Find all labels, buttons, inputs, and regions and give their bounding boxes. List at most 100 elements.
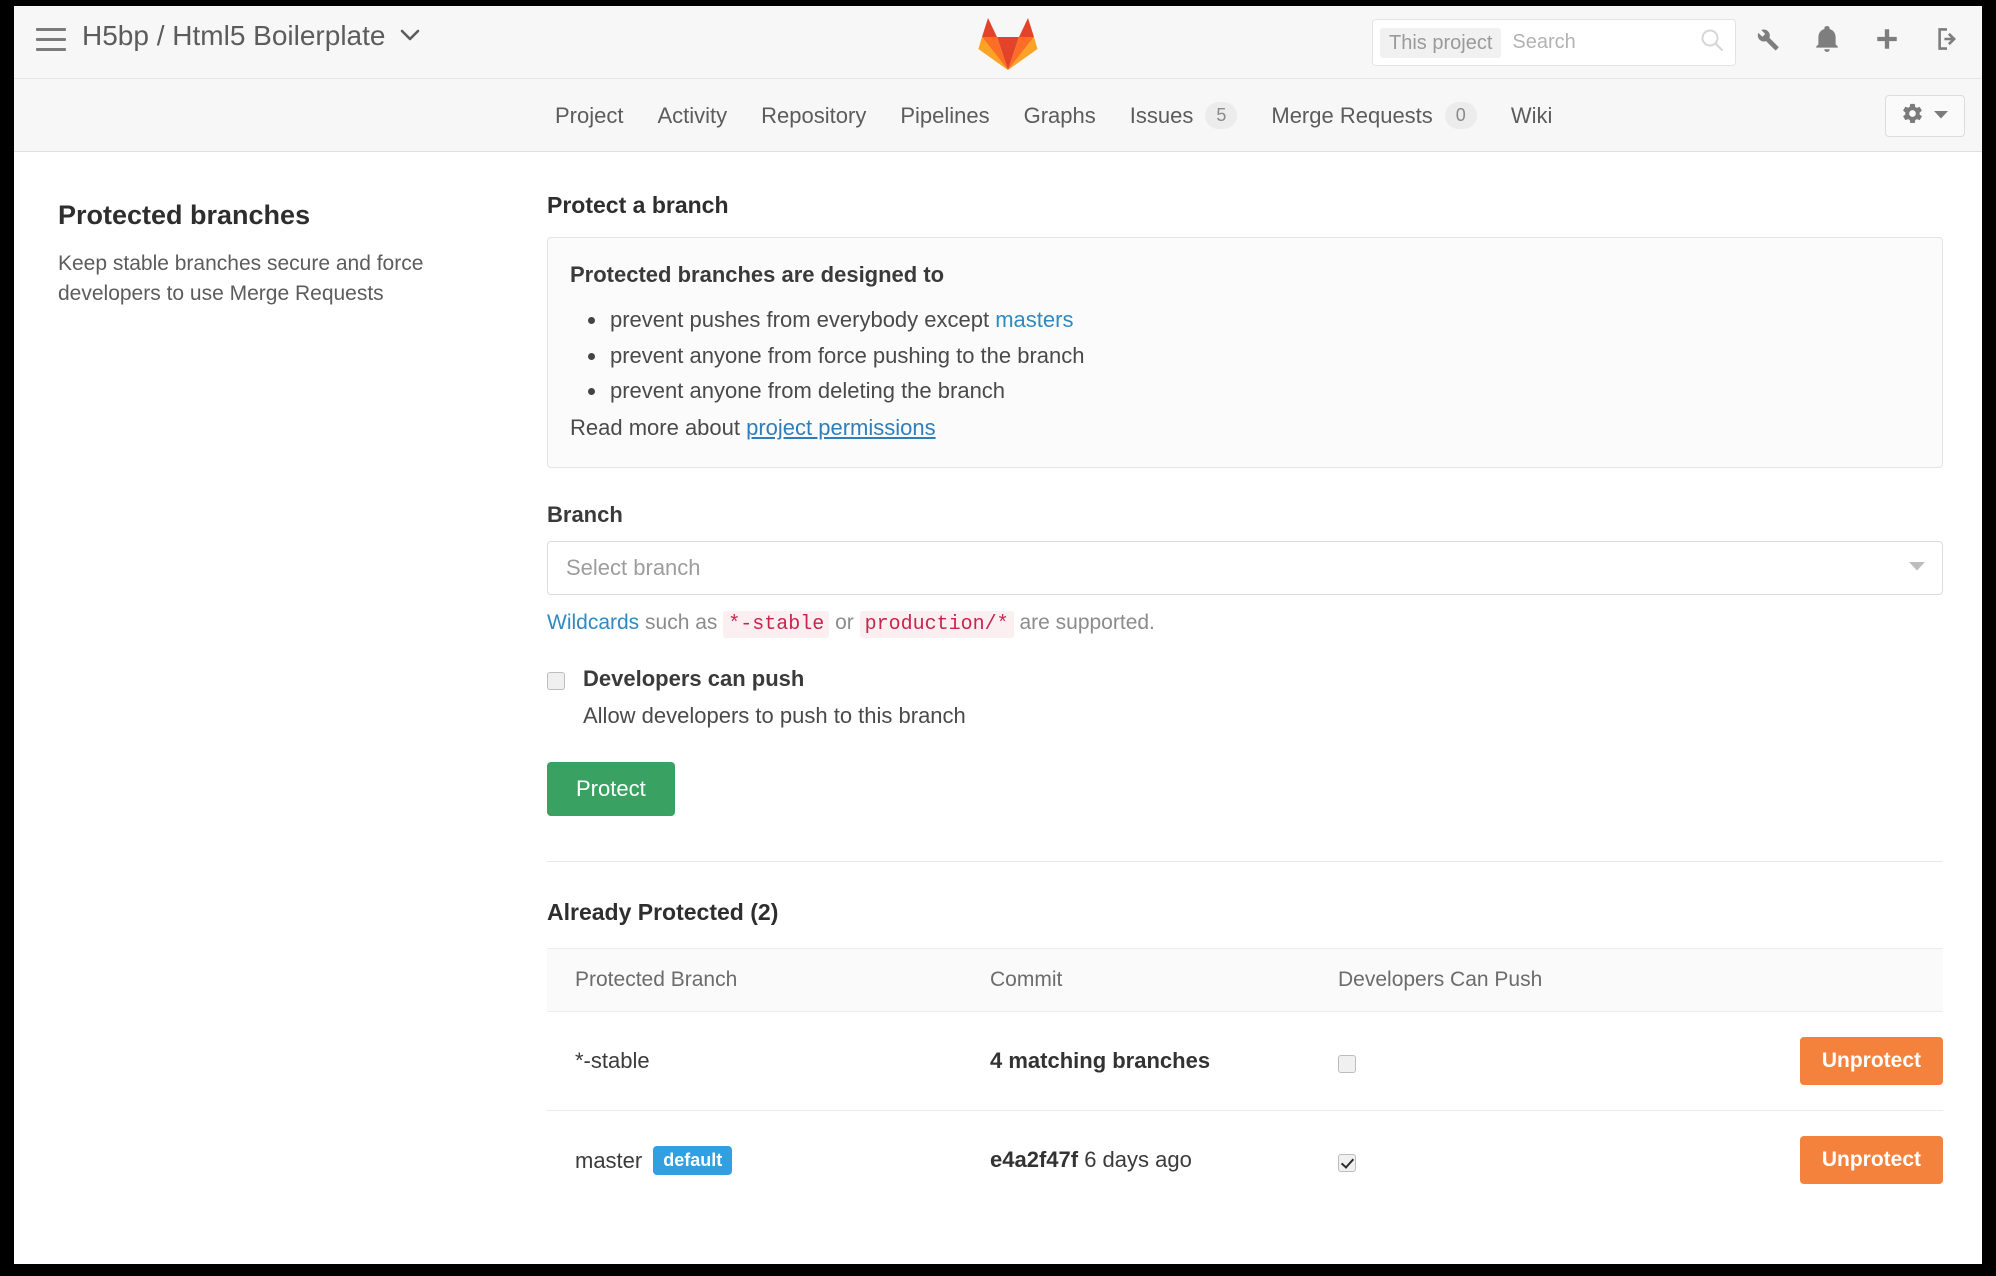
nav-item-label: Wiki	[1510, 103, 1553, 128]
wildcards-link[interactable]: Wildcards	[547, 611, 639, 634]
settings-sidebar: Protected branches Keep stable branches …	[58, 200, 448, 309]
nav-item-label: Issues	[1129, 103, 1194, 128]
commit-timestamp: 6 days ago	[1078, 1147, 1192, 1173]
cell-actions: Unprotect	[1730, 1111, 1943, 1210]
developers-can-push-checkbox[interactable]	[547, 671, 565, 690]
developers-can-push-texts: Developers can push Allow developers to …	[583, 666, 966, 729]
gear-icon	[1901, 102, 1924, 130]
section-divider	[547, 861, 1943, 863]
protect-button[interactable]: Protect	[547, 762, 675, 817]
browser-frame: H5bp / Html5 Boilerplate This project Se…	[14, 6, 1982, 1264]
project-settings-button[interactable]	[1885, 95, 1965, 137]
branch-field-label: Branch	[547, 501, 623, 527]
wildcards-text-1: such as	[639, 610, 724, 634]
column-header-developers-can-push: Developers Can Push	[1310, 948, 1730, 1013]
cell-branch-name: *-stable	[547, 1011, 962, 1112]
project-nav-bar: Project Activity Repository Pipelines Gr…	[14, 79, 1982, 152]
hamburger-icon[interactable]	[36, 28, 66, 54]
chevron-down-icon	[400, 29, 420, 42]
list-item: prevent anyone from deleting the branch	[570, 373, 1920, 409]
nav-item-label: Pipelines	[900, 103, 990, 128]
info-heading: Protected branches are designed to	[570, 262, 945, 287]
gitlab-logo[interactable]	[977, 14, 1039, 72]
header-icon-group	[1750, 20, 1964, 58]
search-icon[interactable]	[1699, 27, 1725, 58]
column-header-protected-branch: Protected Branch	[547, 948, 962, 1013]
nav-item-graphs[interactable]: Graphs	[1007, 79, 1113, 152]
info-bullet-list: prevent pushes from everybody except mas…	[570, 302, 1920, 409]
row-developers-can-push-checkbox[interactable]	[1338, 1154, 1356, 1173]
wildcards-text-3: are supported.	[1013, 610, 1155, 634]
nav-item-label: Project	[555, 103, 624, 128]
wrench-icon[interactable]	[1750, 20, 1784, 58]
read-more-line: Read more about project permissions	[570, 415, 1920, 441]
unprotect-button[interactable]: Unprotect	[1799, 1037, 1943, 1086]
nav-item-repository[interactable]: Repository	[744, 79, 883, 152]
project-breadcrumb[interactable]: H5bp / Html5 Boilerplate	[82, 20, 420, 52]
page-description: Keep stable branches secure and force de…	[58, 252, 424, 306]
bullet-text: prevent anyone from deleting the branch	[610, 378, 1006, 404]
nav-item-merge-requests[interactable]: Merge Requests 0	[1254, 79, 1493, 152]
cell-actions: Unprotect	[1730, 1011, 1943, 1112]
project-breadcrumb-label: H5bp / Html5 Boilerplate	[82, 20, 386, 51]
branch-select-placeholder: Select branch	[566, 554, 701, 580]
bullet-text: prevent anyone from force pushing to the…	[610, 342, 1085, 368]
nav-item-label: Graphs	[1023, 103, 1096, 128]
page-body: Protected branches Keep stable branches …	[14, 152, 1982, 1263]
cell-developers-can-push	[1310, 1011, 1730, 1112]
chevron-down-icon	[1933, 107, 1949, 125]
table-head: Protected Branch Commit Developers Can P…	[547, 948, 1943, 1013]
bullet-text: prevent pushes from everybody except	[610, 307, 996, 332]
developers-can-push-row: Developers can push Allow developers to …	[547, 666, 1943, 729]
column-header-commit: Commit	[962, 948, 1310, 1013]
nav-item-issues[interactable]: Issues 5	[1113, 79, 1255, 152]
table-row: master default e4a2f47f 6 days ago Unprot…	[547, 1111, 1943, 1210]
nav-item-badge: 0	[1444, 101, 1477, 130]
wildcard-example-1: *-stable	[723, 610, 830, 638]
developers-can-push-label: Developers can push	[583, 665, 805, 691]
branch-name: *-stable	[575, 1048, 650, 1074]
nav-item-label: Merge Requests	[1271, 103, 1433, 128]
search-scope-chip[interactable]: This project	[1380, 27, 1502, 58]
table-header-row: Protected Branch Commit Developers Can P…	[547, 948, 1943, 1013]
project-permissions-link[interactable]: project permissions	[746, 415, 936, 440]
plus-icon[interactable]	[1870, 20, 1904, 58]
already-protected-heading: Already Protected (2)	[547, 899, 779, 926]
nav-item-badge: 5	[1205, 101, 1238, 130]
nav-item-label: Repository	[761, 103, 867, 128]
settings-main-column: Protect a branch Protected branches are …	[547, 152, 1943, 1209]
table-row: *-stable 4 matching branches Unprotect	[547, 1011, 1943, 1112]
read-more-prefix: Read more about	[570, 414, 747, 440]
page-title: Protected branches	[58, 200, 311, 230]
list-item: prevent pushes from everybody except mas…	[570, 302, 1920, 338]
column-header-actions	[1730, 948, 1943, 1013]
nav-item-wiki[interactable]: Wiki	[1494, 79, 1570, 152]
search-box[interactable]: This project	[1372, 19, 1736, 66]
wildcards-text-2: or	[829, 610, 860, 634]
row-developers-can-push-checkbox[interactable]	[1338, 1055, 1356, 1074]
list-item: prevent anyone from force pushing to the…	[570, 338, 1920, 374]
protected-branches-info-box: Protected branches are designed to preve…	[547, 237, 1943, 468]
branch-select[interactable]: Select branch	[547, 540, 1943, 595]
chevron-down-icon	[1908, 559, 1926, 577]
cell-branch-name: master default	[547, 1111, 962, 1210]
table-body: *-stable 4 matching branches Unprotect m…	[547, 1011, 1943, 1210]
developers-can-push-help: Allow developers to push to this branch	[583, 703, 966, 729]
project-nav-list: Project Activity Repository Pipelines Gr…	[538, 79, 1569, 152]
commit-sha[interactable]: e4a2f47f	[990, 1147, 1078, 1172]
cell-developers-can-push	[1310, 1111, 1730, 1210]
protected-branches-table: Protected Branch Commit Developers Can P…	[547, 948, 1943, 1209]
wildcard-example-2: production/*	[859, 610, 1014, 638]
default-branch-badge: default	[653, 1145, 733, 1175]
nav-item-pipelines[interactable]: Pipelines	[883, 79, 1006, 152]
nav-item-activity[interactable]: Activity	[640, 79, 744, 152]
cell-commit: 4 matching branches	[962, 1011, 1310, 1112]
unprotect-button[interactable]: Unprotect	[1799, 1136, 1943, 1185]
masters-link[interactable]: masters	[995, 307, 1073, 332]
nav-item-project[interactable]: Project	[538, 79, 640, 152]
bell-icon[interactable]	[1810, 20, 1844, 58]
nav-item-label: Activity	[657, 103, 728, 128]
sign-out-icon[interactable]	[1930, 20, 1964, 58]
protect-branch-heading: Protect a branch	[547, 192, 729, 218]
search-input[interactable]	[1501, 31, 1699, 54]
